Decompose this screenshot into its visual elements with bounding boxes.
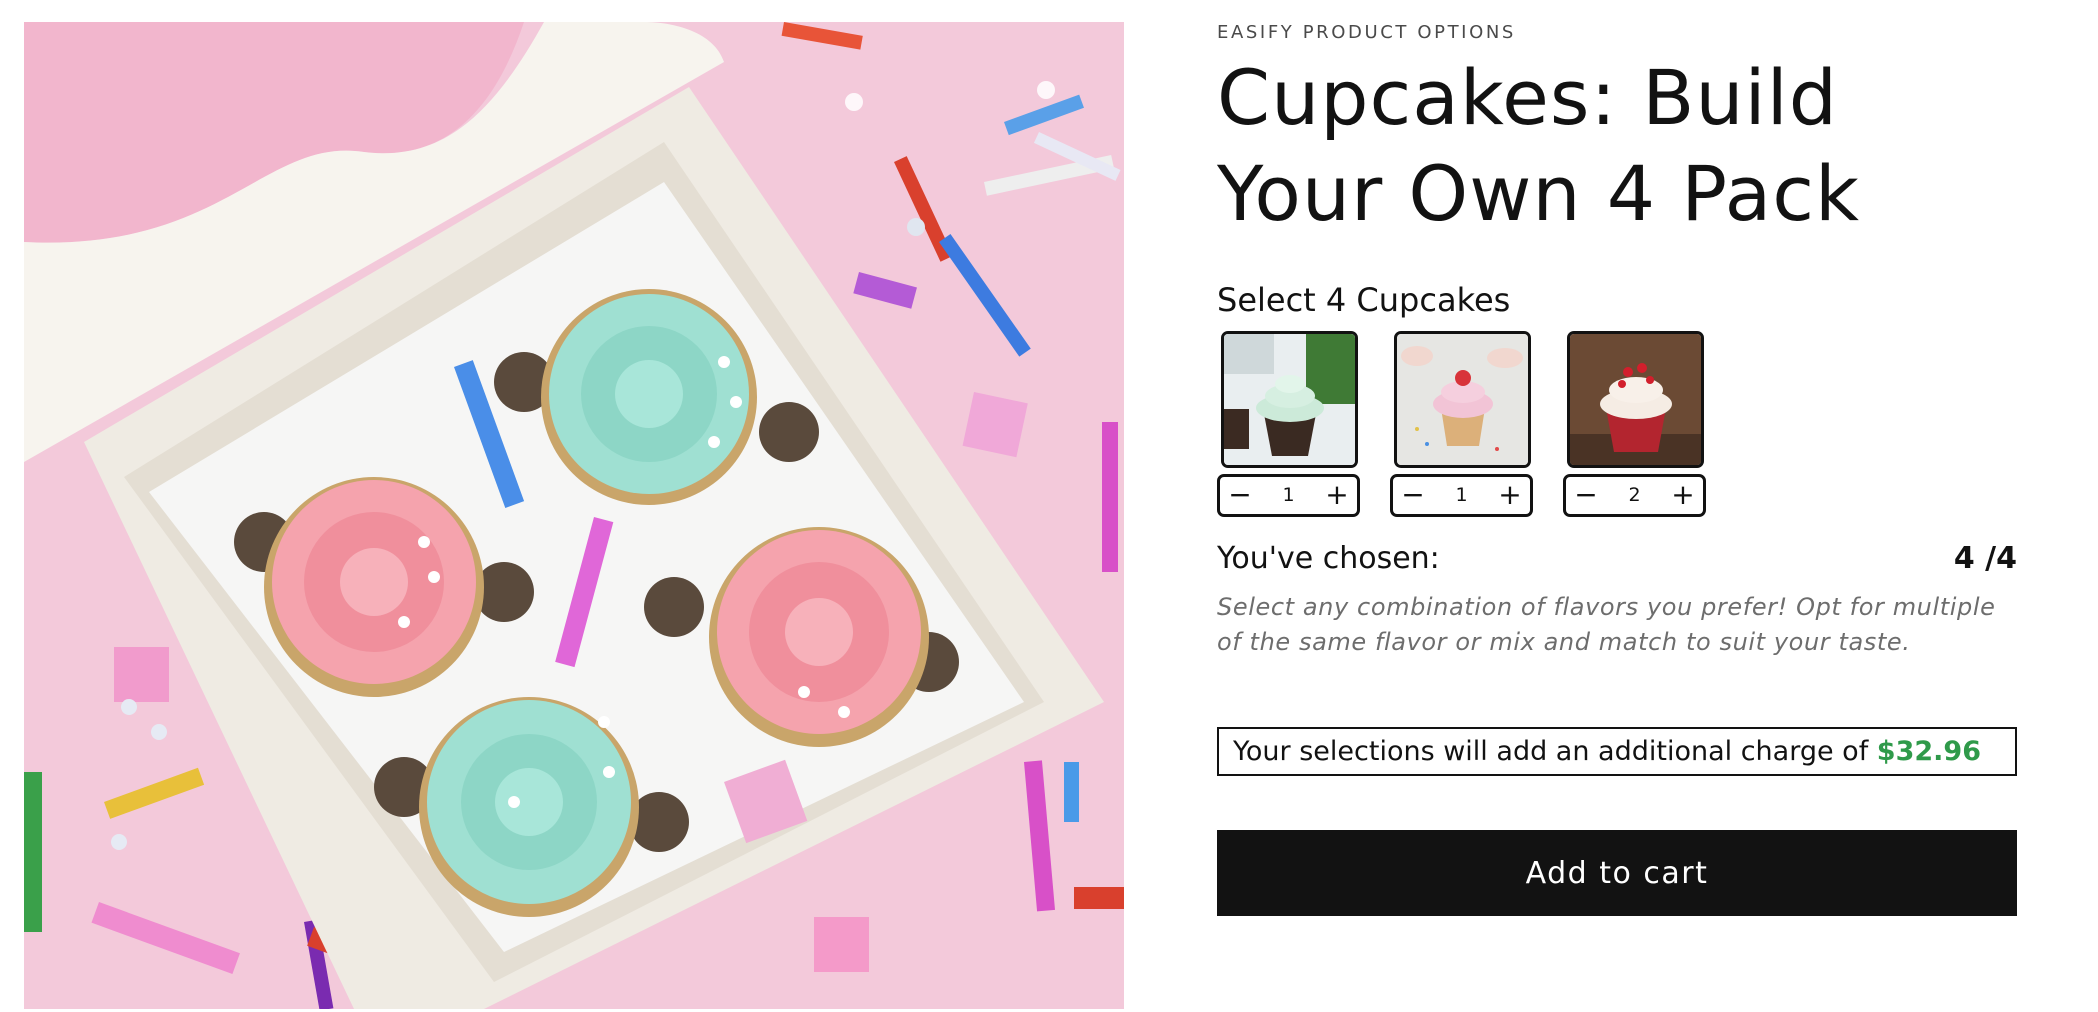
red-velvet-cupcake-icon [1570,334,1701,465]
increase-quantity-button[interactable]: + [1663,477,1703,514]
product-title: Cupcakes: Build Your Own 4 Pack [1217,53,1861,238]
product-vendor: EASIFY PRODUCT OPTIONS [1217,22,1516,43]
additional-charge-notice: Your selections will add an additional c… [1217,727,2017,776]
add-to-cart-button[interactable]: Add to cart [1217,830,2017,916]
additional-charge-text: Your selections will add an additional c… [1233,729,1981,774]
chosen-count: 4 /4 [1953,541,2017,576]
charge-amount: $32.96 [1876,736,1981,767]
quantity-stepper: − 1 + [1390,474,1533,517]
option-label: Select 4 Cupcakes [1217,281,1511,319]
charge-message: Your selections will add an additional c… [1233,736,1869,767]
product-image [24,22,1124,1009]
quantity-input[interactable]: 1 [1260,477,1317,514]
red-velvet-cupcake-image[interactable] [1567,331,1704,468]
chosen-summary: You've chosen: 4 /4 [1217,539,2017,579]
strawberry-cupcake-icon [1397,334,1528,465]
cupcake-box-illustration [24,22,1124,1009]
decrease-quantity-button[interactable]: − [1220,477,1260,514]
decrease-quantity-button[interactable]: − [1393,477,1433,514]
strawberry-cupcake-image[interactable] [1394,331,1531,468]
quantity-input[interactable]: 1 [1433,477,1490,514]
quantity-input[interactable]: 2 [1606,477,1663,514]
quantity-stepper: − 1 + [1217,474,1360,517]
chocolate-cupcake-image[interactable] [1221,331,1358,468]
help-text: Select any combination of flavors you pr… [1217,593,1996,656]
chocolate-cupcake-icon [1224,334,1355,465]
quantity-stepper: − 2 + [1563,474,1706,517]
increase-quantity-button[interactable]: + [1490,477,1530,514]
decrease-quantity-button[interactable]: − [1566,477,1606,514]
increase-quantity-button[interactable]: + [1317,477,1357,514]
product-info: EASIFY PRODUCT OPTIONS Cupcakes: Build Y… [1217,22,2017,916]
chosen-label: You've chosen: [1217,541,1440,576]
